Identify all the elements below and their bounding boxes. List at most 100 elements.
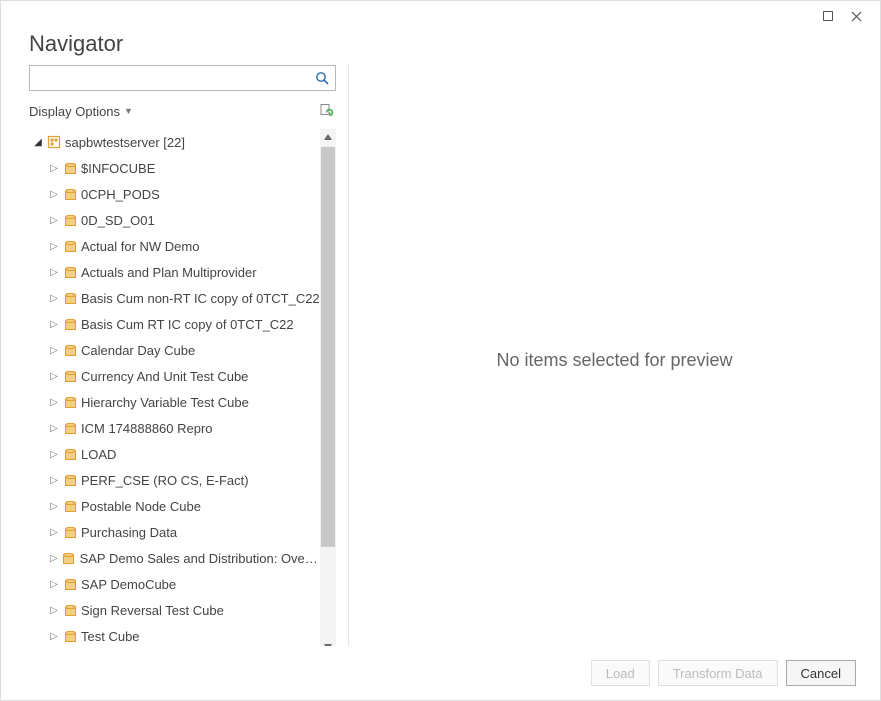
expander-closed-icon[interactable]: ▷ [49,423,59,434]
cube-icon [63,473,77,487]
cube-icon [63,499,77,513]
expander-closed-icon[interactable]: ▷ [49,579,59,590]
cube-icon [63,187,77,201]
cube-icon [63,577,77,591]
expander-closed-icon[interactable]: ▷ [49,319,59,330]
tree-item-label: ICM 174888860 Repro [81,421,213,436]
cube-icon [63,421,77,435]
tree-item[interactable]: ▷ SAP Demo Sales and Distribution: Overvi… [29,545,320,571]
search-icon[interactable] [309,66,335,90]
cube-icon [63,525,77,539]
cube-icon [63,317,77,331]
scroll-up-icon[interactable] [320,129,336,145]
cube-icon [63,265,77,279]
tree-item[interactable]: ▷ $INFOCUBE [29,155,320,181]
maximize-button[interactable] [814,4,842,28]
expander-closed-icon[interactable]: ▷ [49,163,59,174]
tree-item[interactable]: ▷ Purchasing Data [29,519,320,545]
tree-server-label: sapbwtestserver [22] [65,135,185,150]
expander-closed-icon[interactable]: ▷ [49,527,59,538]
tree-item-label: Test Cube [81,629,140,644]
tree-item-label: Actual for NW Demo [81,239,199,254]
tree-item-label: $INFOCUBE [81,161,155,176]
tree-scrollbar[interactable] [320,129,336,655]
expander-closed-icon[interactable]: ▷ [49,215,59,226]
preview-pane: No items selected for preview [349,65,880,655]
tree-item[interactable]: ▷ ICM 174888860 Repro [29,415,320,441]
tree-item[interactable]: ▷ PERF_CSE (RO CS, E-Fact) [29,467,320,493]
tree-item[interactable]: ▷ Sign Reversal Test Cube [29,597,320,623]
tree-item[interactable]: ▷ Actuals and Plan Multiprovider [29,259,320,285]
cube-icon [63,161,77,175]
expander-closed-icon[interactable]: ▷ [49,605,59,616]
tree-item[interactable]: ▷ 0CPH_PODS [29,181,320,207]
tree-item[interactable]: ▷ Postable Node Cube [29,493,320,519]
tree-item-label: 0D_SD_O01 [81,213,155,228]
cube-icon [63,603,77,617]
tree-item-label: Hierarchy Variable Test Cube [81,395,249,410]
tree-item[interactable]: ▷ SAP DemoCube [29,571,320,597]
expander-closed-icon[interactable]: ▷ [49,371,59,382]
cube-icon [63,629,77,643]
expander-closed-icon[interactable]: ▷ [49,293,59,304]
transform-data-button[interactable]: Transform Data [658,660,778,686]
tree-item-label: 0CPH_PODS [81,187,160,202]
expander-closed-icon[interactable]: ▷ [49,397,59,408]
cancel-button[interactable]: Cancel [786,660,856,686]
display-options-dropdown[interactable]: Display Options ▼ [29,104,133,119]
tree-item-label: Calendar Day Cube [81,343,195,358]
expander-closed-icon[interactable]: ▷ [49,475,59,486]
tree-item[interactable]: ▷ Actual for NW Demo [29,233,320,259]
preview-empty-message: No items selected for preview [496,350,732,371]
search-input[interactable] [30,66,309,90]
load-button[interactable]: Load [591,660,650,686]
tree-item[interactable]: ▷ LOAD [29,441,320,467]
display-options-label: Display Options [29,104,120,119]
cube-icon [63,395,77,409]
cube-icon [63,343,77,357]
tree-item-label: LOAD [81,447,116,462]
tree-item-label: PERF_CSE (RO CS, E-Fact) [81,473,249,488]
close-button[interactable] [842,4,870,28]
page-title: Navigator [29,31,852,57]
expander-closed-icon[interactable]: ▷ [49,189,59,200]
expander-closed-icon[interactable]: ▷ [49,345,59,356]
navigator-pane: Display Options ▼ ◢ [29,65,349,655]
cube-icon [63,447,77,461]
tree-item-label: Sign Reversal Test Cube [81,603,224,618]
tree-item-label: SAP Demo Sales and Distribution: Overvie… [80,551,320,566]
dialog-footer: Load Transform Data Cancel [1,646,880,700]
tree-server-node[interactable]: ◢ sapbwtestserver [22] [29,129,320,155]
tree-item-label: Basis Cum non-RT IC copy of 0TCT_C22 [81,291,320,306]
tree-item[interactable]: ▷ Calendar Day Cube [29,337,320,363]
tree-item[interactable]: ▷ 0D_SD_O01 [29,207,320,233]
tree-item-label: SAP DemoCube [81,577,176,592]
cube-icon [63,239,77,253]
expander-closed-icon[interactable]: ▷ [49,267,59,278]
expander-open-icon[interactable]: ◢ [33,137,43,148]
tree-item-label: Currency And Unit Test Cube [81,369,248,384]
object-tree[interactable]: ◢ sapbwtestserver [22] ▷ $INFOCUBE ▷ 0CPH_P… [29,129,320,655]
tree-item-label: Actuals and Plan Multiprovider [81,265,257,280]
tree-item[interactable]: ▷ Basis Cum RT IC copy of 0TCT_C22 [29,311,320,337]
expander-closed-icon[interactable]: ▷ [49,501,59,512]
tree-item-label: Purchasing Data [81,525,177,540]
expander-closed-icon[interactable]: ▷ [49,449,59,460]
scroll-thumb[interactable] [321,147,335,547]
tree-item-label: Postable Node Cube [81,499,201,514]
expander-closed-icon[interactable]: ▷ [49,241,59,252]
tree-item-label: Basis Cum RT IC copy of 0TCT_C22 [81,317,294,332]
cube-icon [63,369,77,383]
expander-closed-icon[interactable]: ▷ [49,553,58,564]
server-icon [47,135,61,149]
tree-item[interactable]: ▷ Basis Cum non-RT IC copy of 0TCT_C22 [29,285,320,311]
cube-icon [63,213,77,227]
refresh-button[interactable] [316,101,336,121]
cube-icon [62,551,75,565]
chevron-down-icon: ▼ [124,106,133,116]
tree-item[interactable]: ▷ Hierarchy Variable Test Cube [29,389,320,415]
search-box[interactable] [29,65,336,91]
cube-icon [63,291,77,305]
tree-item[interactable]: ▷ Currency And Unit Test Cube [29,363,320,389]
expander-closed-icon[interactable]: ▷ [49,631,59,642]
